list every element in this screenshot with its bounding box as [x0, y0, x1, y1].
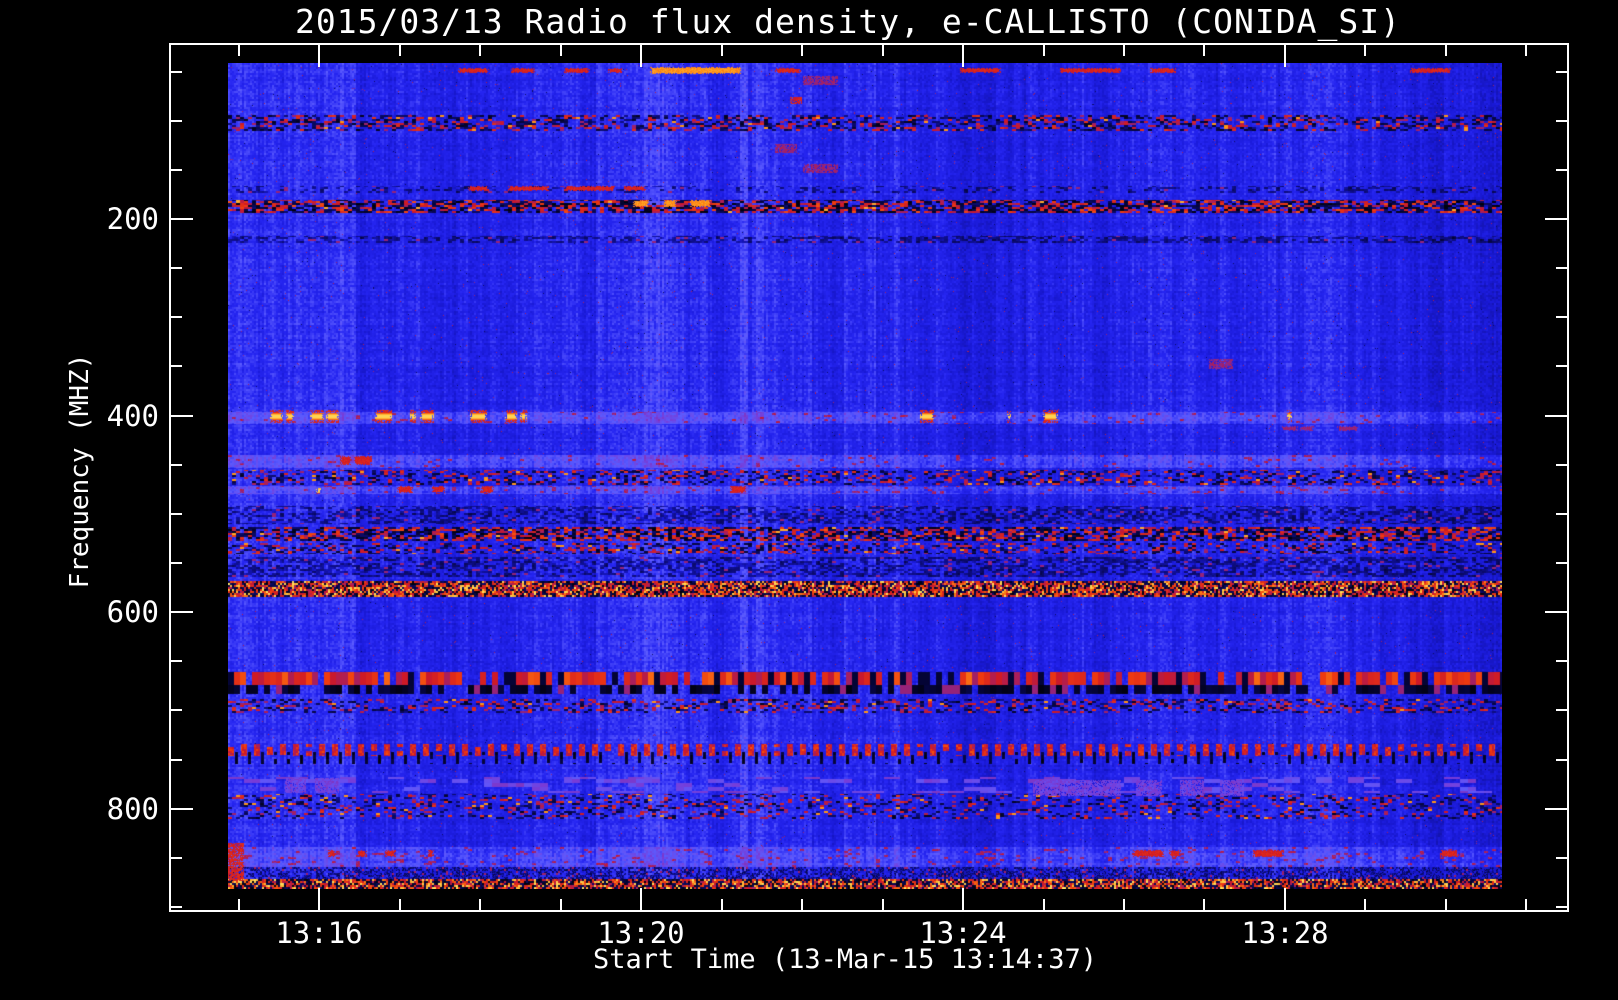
axis-tick: [640, 45, 642, 67]
x-tick-label: 13:28: [1241, 916, 1329, 950]
axis-tick: [171, 267, 182, 269]
axis-tick: [171, 660, 182, 662]
axis-tick: [1556, 365, 1567, 367]
axis-tick: [399, 899, 401, 910]
axis-tick: [171, 169, 182, 171]
axis-tick: [962, 888, 964, 910]
axis-tick: [1556, 709, 1567, 711]
axis-tick: [171, 857, 182, 859]
axis-tick: [1545, 611, 1567, 613]
y-tick-label: 800: [106, 792, 159, 826]
axis-tick: [1556, 660, 1567, 662]
axis-tick: [171, 611, 193, 613]
axis-tick: [171, 562, 182, 564]
axis-tick: [171, 513, 182, 515]
axis-tick: [171, 808, 193, 810]
axis-tick: [560, 899, 562, 910]
axis-tick: [1545, 218, 1567, 220]
axis-tick: [1284, 45, 1286, 67]
axis-tick: [721, 899, 723, 910]
axis-tick: [238, 45, 240, 56]
axis-tick: [1203, 899, 1205, 910]
axis-tick: [801, 899, 803, 910]
axis-tick: [1445, 45, 1447, 56]
axis-tick: [171, 906, 182, 908]
axis-tick: [962, 45, 964, 67]
spectrogram-figure: 2015/03/13 Radio flux density, e-CALLIST…: [0, 0, 1618, 1000]
axis-tick: [1043, 899, 1045, 910]
axis-tick: [238, 899, 240, 910]
axis-tick: [560, 45, 562, 56]
axis-tick: [1445, 899, 1447, 910]
y-tick-label: 200: [106, 202, 159, 236]
chart-title: 2015/03/13 Radio flux density, e-CALLIST…: [295, 2, 1401, 41]
axis-tick: [171, 415, 193, 417]
axis-tick: [1556, 857, 1567, 859]
axis-tick: [882, 45, 884, 56]
axis-tick: [171, 218, 193, 220]
axis-tick: [1364, 45, 1366, 56]
axis-tick: [171, 316, 182, 318]
axis-tick: [1556, 759, 1567, 761]
axis-tick: [1556, 267, 1567, 269]
axis-tick: [721, 45, 723, 56]
axis-tick: [479, 45, 481, 56]
y-tick-label: 400: [106, 399, 159, 433]
axis-tick: [1043, 45, 1045, 56]
axis-tick: [1284, 888, 1286, 910]
axis-tick: [1556, 120, 1567, 122]
axis-tick: [1203, 45, 1205, 56]
spectrogram-canvas: [228, 63, 1502, 889]
x-tick-label: 13:20: [597, 916, 685, 950]
axis-tick: [318, 45, 320, 67]
axis-tick: [171, 365, 182, 367]
axis-tick: [479, 899, 481, 910]
axis-tick: [1525, 45, 1527, 56]
axis-tick: [1123, 45, 1125, 56]
axis-tick: [171, 120, 182, 122]
axis-tick: [171, 71, 182, 73]
axis-tick: [171, 464, 182, 466]
axis-tick: [1556, 562, 1567, 564]
axis-tick: [1556, 169, 1567, 171]
axis-tick: [1556, 71, 1567, 73]
axis-tick: [1525, 899, 1527, 910]
axis-tick: [171, 759, 182, 761]
axis-tick: [640, 888, 642, 910]
axis-tick: [318, 888, 320, 910]
y-tick-label: 600: [106, 595, 159, 629]
axis-tick: [399, 45, 401, 56]
axis-tick: [1556, 316, 1567, 318]
axis-tick: [1545, 415, 1567, 417]
axis-tick: [1556, 464, 1567, 466]
axis-tick: [1123, 899, 1125, 910]
x-tick-label: 13:24: [919, 916, 1007, 950]
x-tick-label: 13:16: [275, 916, 363, 950]
axis-tick: [171, 709, 182, 711]
axis-tick: [1556, 906, 1567, 908]
axis-tick: [882, 899, 884, 910]
axis-tick: [1556, 513, 1567, 515]
axis-tick: [801, 45, 803, 56]
axis-tick: [1545, 808, 1567, 810]
axis-tick: [1364, 899, 1366, 910]
y-axis-label: Frequency (MHZ): [65, 353, 95, 589]
